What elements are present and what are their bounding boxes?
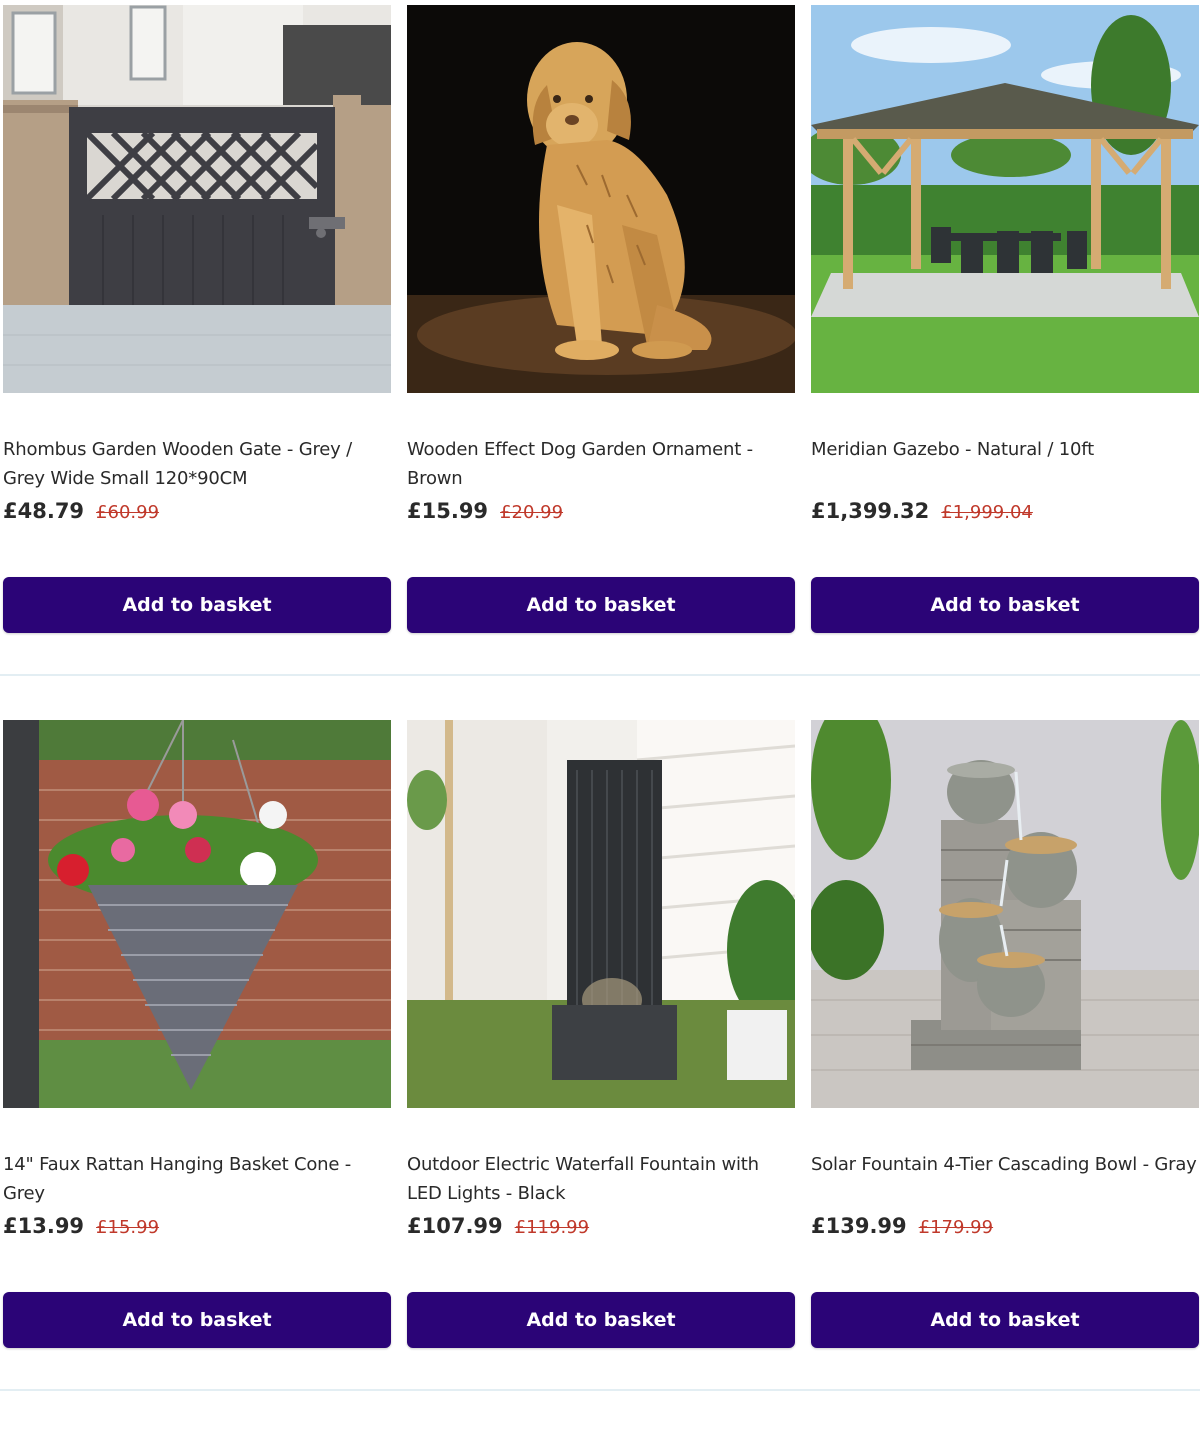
product-image-dog-ornament[interactable] [407, 5, 795, 393]
product-title[interactable]: 14" Faux Rattan Hanging Basket Cone - Gr… [3, 1150, 391, 1208]
add-to-basket-button[interactable]: Add to basket [3, 1292, 391, 1348]
price-line: £13.99 £15.99 [3, 1214, 391, 1244]
product-title[interactable]: Meridian Gazebo - Natural / 10ft [811, 435, 1199, 464]
product-card: Outdoor Electric Waterfall Fountain with… [407, 720, 795, 1348]
product-title[interactable]: Wooden Effect Dog Garden Ornament - Brow… [407, 435, 795, 493]
current-price: £15.99 [407, 499, 489, 523]
product-image-hanging-basket[interactable] [3, 720, 391, 1108]
price-line: £1,399.32 £1,999.04 [811, 499, 1199, 529]
current-price: £48.79 [3, 499, 85, 523]
add-to-basket-button[interactable]: Add to basket [811, 577, 1199, 633]
current-price: £139.99 [811, 1214, 907, 1238]
add-to-basket-button[interactable]: Add to basket [3, 577, 391, 633]
row-divider [0, 1389, 1200, 1391]
product-image-waterfall-fountain[interactable] [407, 720, 795, 1108]
price-line: £139.99 £179.99 [811, 1214, 1199, 1244]
current-price: £1,399.32 [811, 499, 930, 523]
price-line: £15.99 £20.99 [407, 499, 795, 529]
was-price: £15.99 [96, 1217, 160, 1238]
product-row: Rhombus Garden Wooden Gate - Grey / Grey… [0, 0, 1200, 715]
was-price: £119.99 [514, 1217, 590, 1238]
product-image-gazebo[interactable] [811, 5, 1199, 393]
product-title[interactable]: Rhombus Garden Wooden Gate - Grey / Grey… [3, 435, 391, 493]
product-title[interactable]: Solar Fountain 4-Tier Cascading Bowl - G… [811, 1150, 1199, 1179]
product-title[interactable]: Outdoor Electric Waterfall Fountain with… [407, 1150, 795, 1208]
add-to-basket-button[interactable]: Add to basket [811, 1292, 1199, 1348]
product-card: 14" Faux Rattan Hanging Basket Cone - Gr… [3, 720, 391, 1348]
price-line: £107.99 £119.99 [407, 1214, 795, 1244]
add-to-basket-button[interactable]: Add to basket [407, 1292, 795, 1348]
was-price: £179.99 [918, 1217, 994, 1238]
product-card: Wooden Effect Dog Garden Ornament - Brow… [407, 5, 795, 633]
product-card: Meridian Gazebo - Natural / 10ft £1,399.… [811, 5, 1199, 633]
current-price: £107.99 [407, 1214, 503, 1238]
product-card: Solar Fountain 4-Tier Cascading Bowl - G… [811, 720, 1199, 1348]
product-image-garden-gate[interactable] [3, 5, 391, 393]
product-card: Rhombus Garden Wooden Gate - Grey / Grey… [3, 5, 391, 633]
was-price: £20.99 [500, 502, 564, 523]
was-price: £60.99 [96, 502, 160, 523]
product-row: 14" Faux Rattan Hanging Basket Cone - Gr… [0, 715, 1200, 1430]
add-to-basket-button[interactable]: Add to basket [407, 577, 795, 633]
product-image-solar-fountain[interactable] [811, 720, 1199, 1108]
current-price: £13.99 [3, 1214, 85, 1238]
price-line: £48.79 £60.99 [3, 499, 391, 529]
was-price: £1,999.04 [941, 502, 1033, 523]
row-divider [0, 674, 1200, 676]
